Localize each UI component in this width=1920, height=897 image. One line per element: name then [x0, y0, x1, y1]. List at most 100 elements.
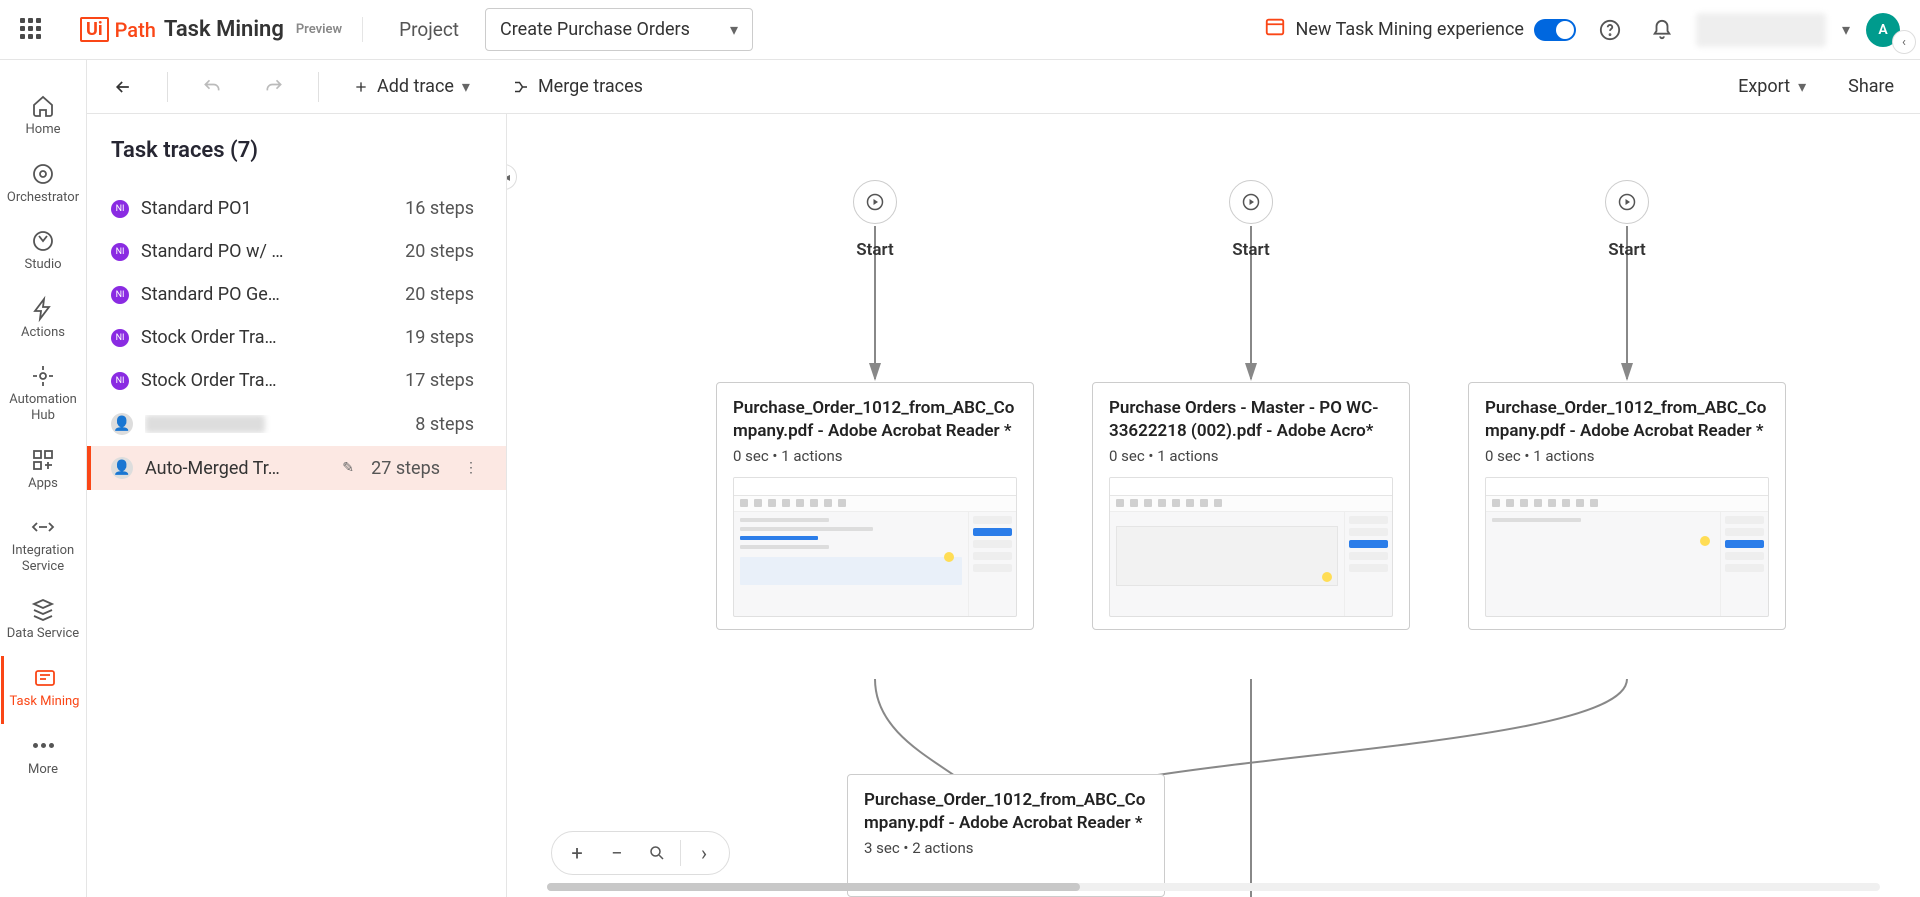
- new-experience-toggle[interactable]: [1534, 19, 1576, 41]
- new-experience-icon: [1264, 16, 1286, 43]
- trace-item[interactable]: NI Stock Order Tra… 19 steps: [87, 316, 506, 359]
- initials-badge: NI: [111, 329, 129, 347]
- undo-button[interactable]: [194, 71, 230, 103]
- step-meta: 0 sec • 1 actions: [1485, 447, 1769, 465]
- more-icon[interactable]: ⋮: [460, 460, 482, 476]
- step-title: Purchase_Order_1012_from_ABC_Company.pdf…: [1485, 397, 1769, 443]
- trace-name: Standard PO1: [141, 198, 393, 219]
- chevron-down-icon: ▾: [462, 77, 470, 96]
- rail-automation-hub[interactable]: Automation Hub: [1, 354, 85, 437]
- back-button[interactable]: [105, 71, 141, 103]
- initials-badge: NI: [111, 200, 129, 218]
- trace-steps: 17 steps: [405, 370, 474, 391]
- action-bar: Add trace▾ Merge traces Export▾ Share ‹: [87, 60, 1920, 114]
- trace-name: Standard PO Ge…: [141, 284, 393, 305]
- new-experience-label: New Task Mining experience: [1296, 19, 1524, 40]
- preview-badge: Preview: [296, 22, 342, 37]
- trace-name-blurred: [145, 415, 403, 433]
- initials-badge: NI: [111, 243, 129, 261]
- step-title: Purchase_Order_1012_from_ABC_Company.pdf…: [733, 397, 1017, 443]
- edit-icon[interactable]: ✎: [337, 460, 359, 476]
- notifications-icon[interactable]: [1644, 12, 1680, 48]
- left-nav-rail: Home Orchestrator Studio Actions Automat…: [0, 60, 87, 897]
- rail-actions[interactable]: Actions: [1, 287, 85, 355]
- start-node[interactable]: [1605, 180, 1649, 224]
- trace-steps: 19 steps: [405, 327, 474, 348]
- flow-canvas[interactable]: ◂ Start Start Start Purchase_Order_1012_…: [507, 114, 1920, 897]
- rail-task-mining[interactable]: Task Mining: [1, 656, 85, 724]
- share-button[interactable]: Share: [1840, 70, 1902, 103]
- trace-item[interactable]: NI Standard PO w/ … 20 steps: [87, 230, 506, 273]
- add-trace-button[interactable]: Add trace▾: [345, 70, 478, 103]
- logo-path: Path: [115, 18, 156, 42]
- project-selected-value: Create Purchase Orders: [500, 19, 690, 40]
- flow-step-card[interactable]: Purchase_Order_1012_from_ABC_Company.pdf…: [716, 382, 1034, 630]
- apps-launcher-icon[interactable]: [20, 18, 44, 42]
- step-meta: 0 sec • 1 actions: [733, 447, 1017, 465]
- initials-badge: NI: [111, 286, 129, 304]
- rail-apps[interactable]: Apps: [1, 438, 85, 506]
- trace-name: Standard PO w/ …: [141, 241, 393, 262]
- zoom-next-button[interactable]: ›: [687, 836, 721, 870]
- rail-home[interactable]: Home: [1, 84, 85, 152]
- trace-steps: 16 steps: [405, 198, 474, 219]
- logo-ui: Ui: [80, 17, 109, 42]
- tenant-name-blurred: [1696, 13, 1826, 47]
- collapse-panel-right-button[interactable]: ‹: [1892, 30, 1916, 54]
- step-meta: 0 sec • 1 actions: [1109, 447, 1393, 465]
- help-icon[interactable]: [1592, 12, 1628, 48]
- chevron-down-icon: ▾: [730, 20, 738, 39]
- rail-integration-service[interactable]: Integration Service: [1, 505, 85, 588]
- trace-item[interactable]: 8 steps: [87, 402, 506, 446]
- new-experience-bar: New Task Mining experience: [1264, 16, 1576, 43]
- step-title: Purchase Orders - Master - PO WC-3362221…: [1109, 397, 1393, 443]
- trace-list: NI Standard PO1 16 steps NI Standard PO w/ …: [87, 187, 506, 490]
- zoom-fit-button[interactable]: [640, 836, 674, 870]
- trace-name: Stock Order Tra…: [141, 327, 393, 348]
- avatar-icon: [111, 413, 133, 435]
- trace-item[interactable]: NI Stock Order Tra… 17 steps: [87, 359, 506, 402]
- step-thumbnail: [1485, 477, 1769, 617]
- flow-step-card[interactable]: Purchase Orders - Master - PO WC-3362221…: [1092, 382, 1410, 630]
- trace-name: Auto-Merged Tr…: [145, 458, 325, 479]
- traces-sidebar: Task traces (7) NI Standard PO1 16 steps N…: [87, 114, 507, 897]
- avatar-icon: [111, 457, 133, 479]
- export-button[interactable]: Export▾: [1730, 70, 1814, 103]
- start-label: Start: [856, 240, 893, 260]
- step-thumbnail: [733, 477, 1017, 617]
- logo-product-name: Task Mining: [164, 17, 284, 42]
- rail-studio[interactable]: Studio: [1, 219, 85, 287]
- trace-steps: 27 steps: [371, 458, 440, 479]
- trace-item[interactable]: NI Standard PO1 16 steps: [87, 187, 506, 230]
- zoom-controls: + − ›: [551, 831, 730, 875]
- project-select[interactable]: Create Purchase Orders ▾: [485, 8, 753, 51]
- chevron-down-icon: ▾: [1798, 77, 1806, 96]
- redo-button[interactable]: [256, 71, 292, 103]
- trace-item-selected[interactable]: Auto-Merged Tr… ✎ 27 steps ⋮: [87, 446, 506, 490]
- step-title: Purchase_Order_1012_from_ABC_Company.pdf…: [864, 789, 1148, 835]
- step-meta: 3 sec • 2 actions: [864, 839, 1148, 857]
- start-label: Start: [1608, 240, 1645, 260]
- start-node[interactable]: [1229, 180, 1273, 224]
- sidebar-title: Task traces (7): [87, 138, 506, 187]
- trace-steps: 20 steps: [405, 241, 474, 262]
- trace-name: Stock Order Tra…: [141, 370, 393, 391]
- zoom-in-button[interactable]: +: [560, 836, 594, 870]
- project-label: Project: [399, 18, 459, 41]
- horizontal-scrollbar[interactable]: [547, 883, 1880, 891]
- start-node[interactable]: [853, 180, 897, 224]
- rail-orchestrator[interactable]: Orchestrator: [1, 152, 85, 220]
- zoom-out-button[interactable]: −: [600, 836, 634, 870]
- rail-more[interactable]: More: [1, 724, 85, 792]
- initials-badge: NI: [111, 372, 129, 390]
- tenant-chevron-icon[interactable]: ▾: [1842, 20, 1850, 39]
- top-bar: UiPath Task Mining Preview Project Creat…: [0, 0, 1920, 60]
- trace-steps: 8 steps: [415, 414, 474, 435]
- flow-step-card[interactable]: Purchase_Order_1012_from_ABC_Company.pdf…: [1468, 382, 1786, 630]
- merge-traces-button[interactable]: Merge traces: [504, 70, 651, 103]
- start-label: Start: [1232, 240, 1269, 260]
- flow-step-card[interactable]: Purchase_Order_1012_from_ABC_Company.pdf…: [847, 774, 1165, 897]
- trace-item[interactable]: NI Standard PO Ge… 20 steps: [87, 273, 506, 316]
- trace-steps: 20 steps: [405, 284, 474, 305]
- rail-data-service[interactable]: Data Service: [1, 588, 85, 656]
